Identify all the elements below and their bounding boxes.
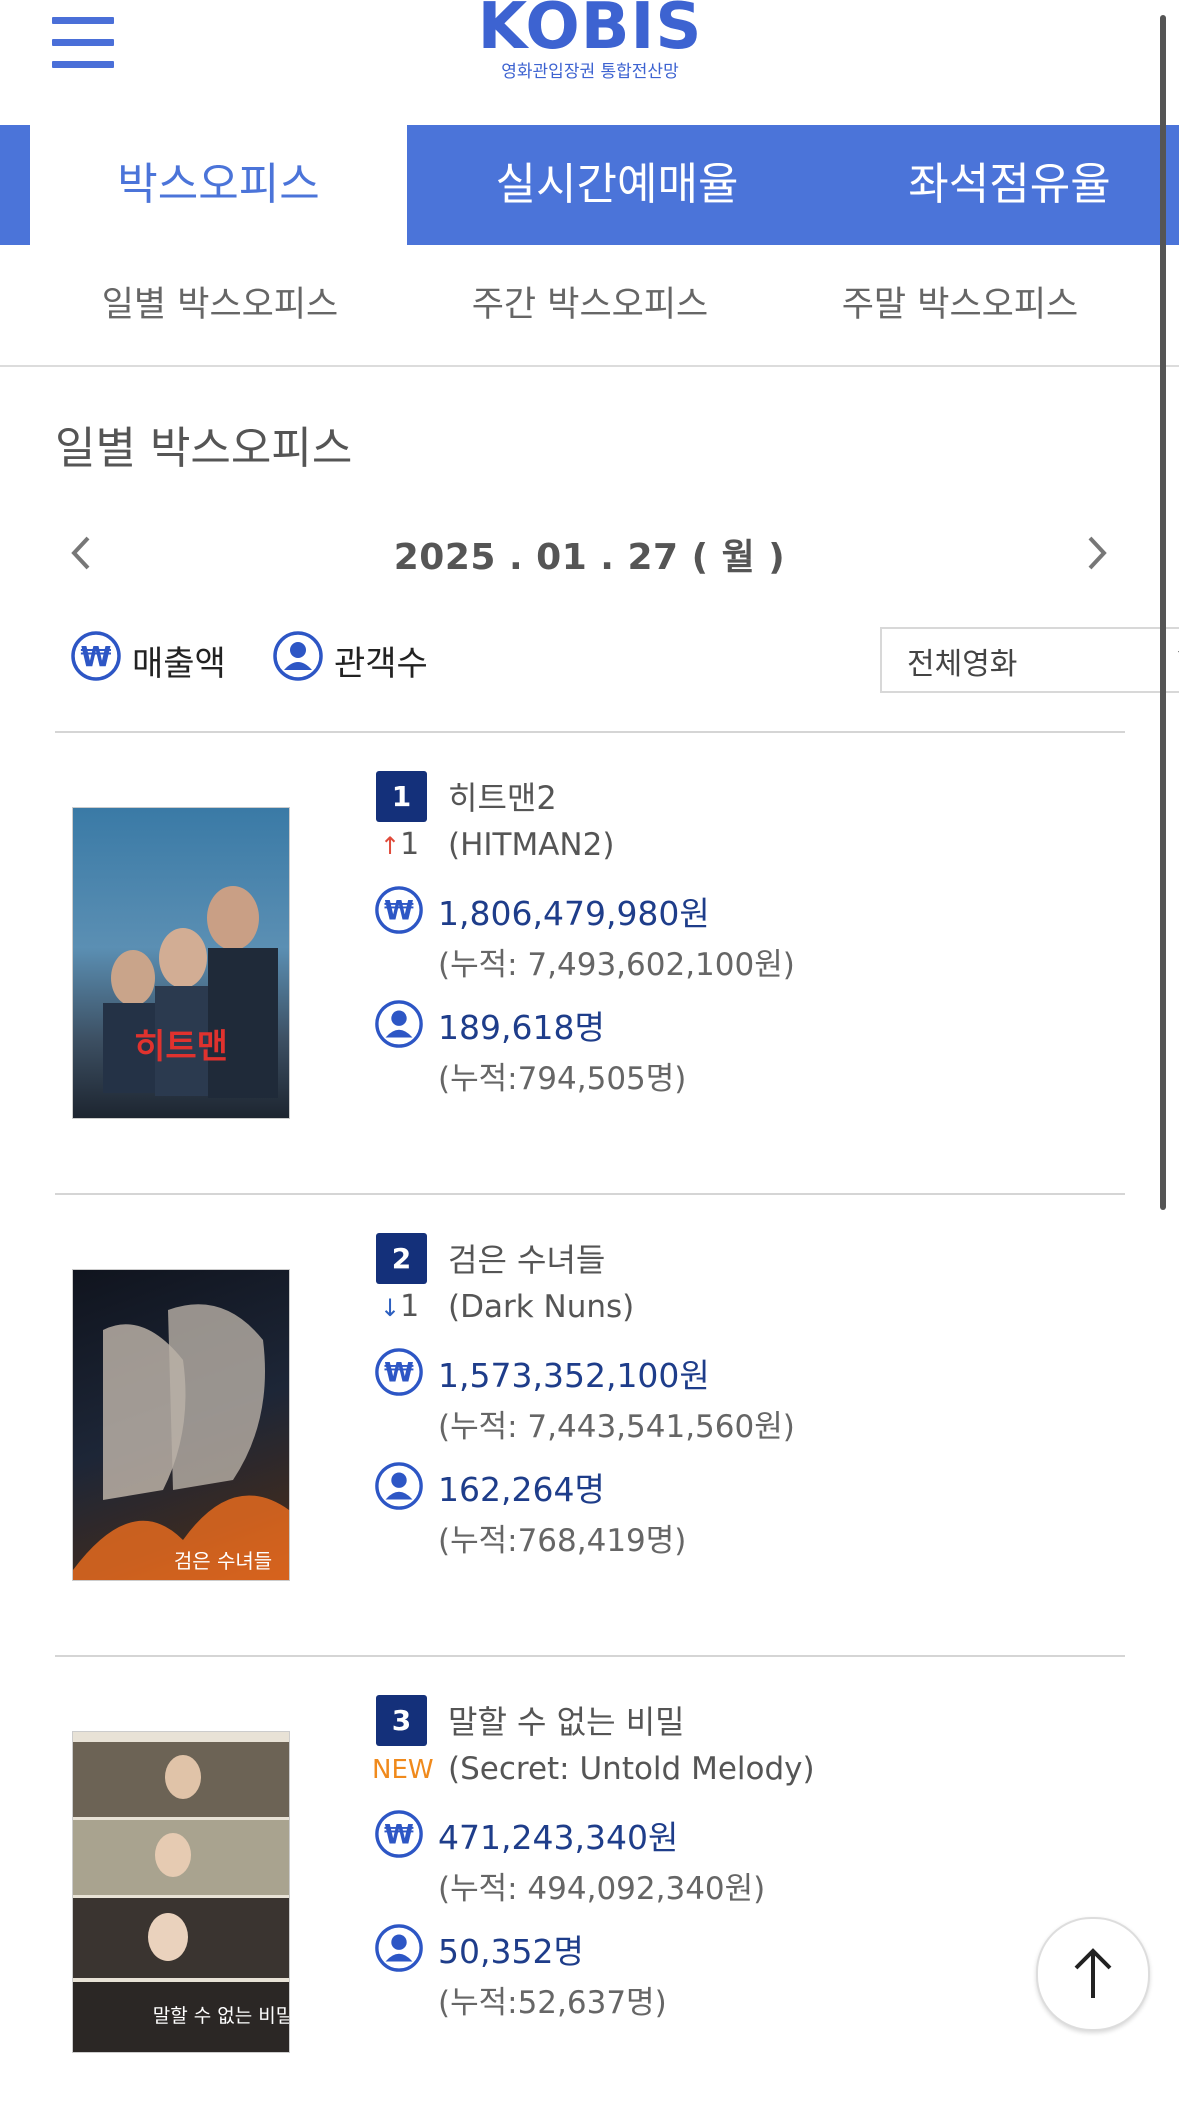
svg-text:₩: ₩	[384, 896, 414, 927]
rank-change: ↓1	[380, 1289, 419, 1324]
scrollbar[interactable]	[1160, 15, 1166, 1210]
main-tabs: 박스오피스 실시간예매율 좌석점유율	[0, 125, 1179, 245]
revenue-total: (누적: 7,443,541,560원)	[438, 1409, 795, 1445]
movie-poster[interactable]: 말할 수 없는 비밀	[72, 1731, 290, 2053]
movie-filter-select[interactable]: 전체영화	[880, 627, 1179, 693]
movie-filter-value: 전체영화	[907, 647, 1018, 682]
tab-boxoffice[interactable]: 박스오피스	[30, 125, 407, 245]
sub-tabs: 일별 박스오피스 주간 박스오피스 주말 박스오피스	[0, 245, 1179, 367]
logo-subtext: 영화관입장권 통합전산망	[501, 62, 679, 82]
page-title: 일별 박스오피스	[55, 423, 353, 474]
tab-realtime-booking[interactable]: 실시간예매율	[407, 125, 827, 245]
subtab-weekend[interactable]: 주말 박스오피스	[800, 245, 1120, 365]
svg-text:₩: ₩	[81, 640, 112, 673]
date-navigation: 2025 . 01 . 27 ( 월 )	[0, 520, 1179, 590]
audience-total: (누적:768,419명)	[438, 1523, 687, 1559]
movie-title-en: (Dark Nuns)	[448, 1289, 635, 1325]
rank-change: ↑1	[380, 827, 419, 862]
movie-title-en: (HITMAN2)	[448, 827, 615, 863]
revenue-total: (누적: 494,092,340원)	[438, 1871, 766, 1907]
rank-change: NEW	[372, 1755, 434, 1785]
arrow-up-icon	[1074, 1948, 1112, 1998]
won-icon: ₩	[71, 631, 121, 681]
movie-title[interactable]: 말할 수 없는 비밀	[448, 1697, 685, 1743]
subtab-daily[interactable]: 일별 박스오피스	[60, 245, 380, 365]
won-icon: ₩	[375, 1810, 423, 1858]
person-icon	[375, 1000, 423, 1048]
movie-title[interactable]: 히트맨2	[448, 773, 557, 819]
chevron-right-icon[interactable]	[1076, 528, 1116, 578]
rank-badge: 1	[376, 771, 427, 822]
person-icon	[375, 1924, 423, 1972]
list-item[interactable]: 검은 수녀들 2 검은 수녀들 ↓1 (Dark Nuns) ₩ 1,573,3…	[0, 1195, 1179, 1655]
revenue-value: 1,806,479,980원	[438, 894, 710, 933]
legend-audience-label: 관객수	[334, 644, 428, 684]
tab-seat-occupancy[interactable]: 좌석점유율	[840, 125, 1179, 245]
header: KOBIS 영화관입장권 통합전산망	[0, 0, 1179, 125]
movie-title-en: (Secret: Untold Melody)	[448, 1751, 815, 1787]
poster-title: 검은 수녀들	[174, 1549, 272, 1573]
poster-title: 말할 수 없는 비밀	[153, 2005, 289, 2027]
revenue-total: (누적: 7,493,602,100원)	[438, 947, 795, 983]
movie-poster[interactable]: 검은 수녀들	[72, 1269, 290, 1581]
rank-change-value: 1	[400, 1289, 420, 1324]
audience-value: 162,264명	[438, 1470, 605, 1509]
rank-badge: 3	[376, 1695, 427, 1746]
date-label: 2025 . 01 . 27 ( 월 )	[393, 537, 786, 578]
person-icon	[273, 631, 323, 681]
arrow-up-icon: ↑	[380, 832, 401, 860]
list-item[interactable]: 히트맨 1 히트맨2 ↑1 (HITMAN2) ₩ 1,806,479,980원…	[0, 733, 1179, 1193]
revenue-value: 1,573,352,100원	[438, 1356, 710, 1395]
svg-text:₩: ₩	[384, 1820, 414, 1851]
audience-total: (누적:794,505명)	[438, 1061, 687, 1097]
revenue-value: 471,243,340원	[438, 1818, 679, 1857]
won-icon: ₩	[375, 1348, 423, 1396]
subtab-weekly[interactable]: 주간 박스오피스	[430, 245, 750, 365]
arrow-down-icon: ↓	[380, 1294, 401, 1322]
rank-change-value: 1	[400, 827, 420, 862]
legend-revenue-label: 매출액	[132, 644, 226, 684]
list-item[interactable]: 말할 수 없는 비밀 3 말할 수 없는 비밀 NEW (Secret: Unt…	[0, 1657, 1179, 2117]
scroll-to-top-button[interactable]	[1036, 1917, 1150, 2031]
kobis-logo[interactable]: KOBIS 영화관입장권 통합전산망	[470, 0, 710, 82]
movie-poster[interactable]: 히트맨	[72, 807, 290, 1119]
poster-title: 히트맨	[134, 1027, 228, 1067]
audience-value: 189,618명	[438, 1008, 605, 1047]
audience-total: (누적:52,637명)	[438, 1985, 667, 2021]
movie-title[interactable]: 검은 수녀들	[448, 1235, 605, 1281]
logo-text: KOBIS	[477, 0, 703, 64]
won-icon: ₩	[375, 886, 423, 934]
audience-value: 50,352명	[438, 1932, 584, 1971]
svg-text:₩: ₩	[384, 1358, 414, 1389]
rank-badge: 2	[376, 1233, 427, 1284]
person-icon	[375, 1462, 423, 1510]
hamburger-icon[interactable]	[52, 17, 114, 69]
